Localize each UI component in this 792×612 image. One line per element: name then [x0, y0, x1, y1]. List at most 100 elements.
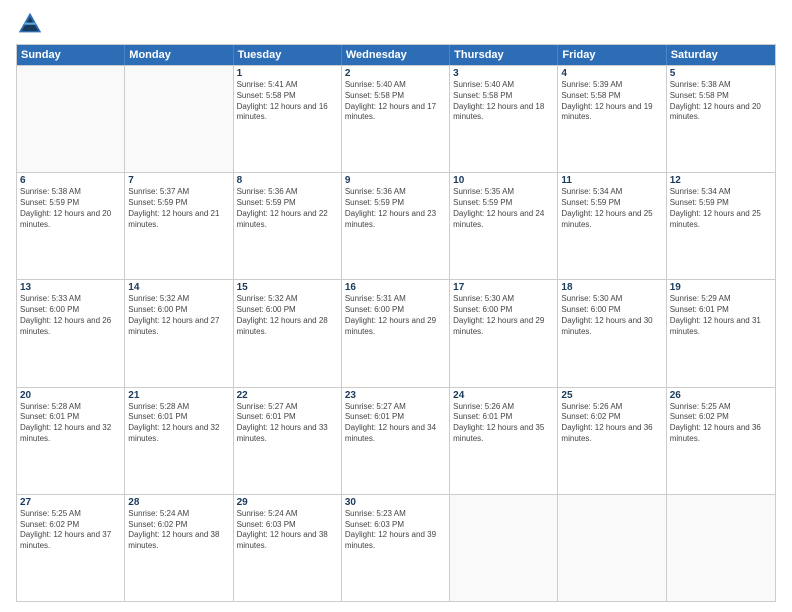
day-detail: Sunrise: 5:32 AM Sunset: 6:00 PM Dayligh… — [237, 294, 338, 337]
day-number: 21 — [128, 390, 229, 401]
day-detail: Sunrise: 5:36 AM Sunset: 5:59 PM Dayligh… — [345, 187, 446, 230]
calendar-body: 1Sunrise: 5:41 AM Sunset: 5:58 PM Daylig… — [17, 65, 775, 601]
cal-cell: 3Sunrise: 5:40 AM Sunset: 5:58 PM Daylig… — [450, 66, 558, 172]
day-detail: Sunrise: 5:41 AM Sunset: 5:58 PM Dayligh… — [237, 80, 338, 123]
day-detail: Sunrise: 5:25 AM Sunset: 6:02 PM Dayligh… — [20, 509, 121, 552]
cal-week-4: 20Sunrise: 5:28 AM Sunset: 6:01 PM Dayli… — [17, 387, 775, 494]
day-number: 1 — [237, 68, 338, 79]
cal-cell: 22Sunrise: 5:27 AM Sunset: 6:01 PM Dayli… — [234, 388, 342, 494]
day-detail: Sunrise: 5:34 AM Sunset: 5:59 PM Dayligh… — [670, 187, 772, 230]
day-detail: Sunrise: 5:33 AM Sunset: 6:00 PM Dayligh… — [20, 294, 121, 337]
cal-cell: 17Sunrise: 5:30 AM Sunset: 6:00 PM Dayli… — [450, 280, 558, 386]
day-detail: Sunrise: 5:38 AM Sunset: 5:59 PM Dayligh… — [20, 187, 121, 230]
day-detail: Sunrise: 5:37 AM Sunset: 5:59 PM Dayligh… — [128, 187, 229, 230]
day-detail: Sunrise: 5:29 AM Sunset: 6:01 PM Dayligh… — [670, 294, 772, 337]
day-detail: Sunrise: 5:30 AM Sunset: 6:00 PM Dayligh… — [561, 294, 662, 337]
cal-week-5: 27Sunrise: 5:25 AM Sunset: 6:02 PM Dayli… — [17, 494, 775, 601]
day-detail: Sunrise: 5:26 AM Sunset: 6:02 PM Dayligh… — [561, 402, 662, 445]
day-detail: Sunrise: 5:32 AM Sunset: 6:00 PM Dayligh… — [128, 294, 229, 337]
cal-cell: 20Sunrise: 5:28 AM Sunset: 6:01 PM Dayli… — [17, 388, 125, 494]
cal-cell: 7Sunrise: 5:37 AM Sunset: 5:59 PM Daylig… — [125, 173, 233, 279]
day-number: 22 — [237, 390, 338, 401]
day-number: 23 — [345, 390, 446, 401]
day-detail: Sunrise: 5:24 AM Sunset: 6:02 PM Dayligh… — [128, 509, 229, 552]
cal-cell: 9Sunrise: 5:36 AM Sunset: 5:59 PM Daylig… — [342, 173, 450, 279]
cal-cell: 19Sunrise: 5:29 AM Sunset: 6:01 PM Dayli… — [667, 280, 775, 386]
logo — [16, 10, 48, 38]
cal-cell: 4Sunrise: 5:39 AM Sunset: 5:58 PM Daylig… — [558, 66, 666, 172]
cal-cell — [450, 495, 558, 601]
day-detail: Sunrise: 5:28 AM Sunset: 6:01 PM Dayligh… — [20, 402, 121, 445]
day-number: 7 — [128, 175, 229, 186]
day-number: 30 — [345, 497, 446, 508]
day-number: 24 — [453, 390, 554, 401]
day-detail: Sunrise: 5:28 AM Sunset: 6:01 PM Dayligh… — [128, 402, 229, 445]
day-number: 16 — [345, 282, 446, 293]
cal-week-1: 1Sunrise: 5:41 AM Sunset: 5:58 PM Daylig… — [17, 65, 775, 172]
day-detail: Sunrise: 5:30 AM Sunset: 6:00 PM Dayligh… — [453, 294, 554, 337]
cal-cell: 8Sunrise: 5:36 AM Sunset: 5:59 PM Daylig… — [234, 173, 342, 279]
day-number: 25 — [561, 390, 662, 401]
day-number: 13 — [20, 282, 121, 293]
day-number: 2 — [345, 68, 446, 79]
cal-header-sunday: Sunday — [17, 45, 125, 65]
cal-cell: 18Sunrise: 5:30 AM Sunset: 6:00 PM Dayli… — [558, 280, 666, 386]
cal-header-tuesday: Tuesday — [234, 45, 342, 65]
day-number: 10 — [453, 175, 554, 186]
cal-cell — [125, 66, 233, 172]
day-number: 11 — [561, 175, 662, 186]
day-detail: Sunrise: 5:38 AM Sunset: 5:58 PM Dayligh… — [670, 80, 772, 123]
day-number: 17 — [453, 282, 554, 293]
day-number: 26 — [670, 390, 772, 401]
cal-cell: 16Sunrise: 5:31 AM Sunset: 6:00 PM Dayli… — [342, 280, 450, 386]
cal-cell: 5Sunrise: 5:38 AM Sunset: 5:58 PM Daylig… — [667, 66, 775, 172]
day-detail: Sunrise: 5:27 AM Sunset: 6:01 PM Dayligh… — [237, 402, 338, 445]
day-detail: Sunrise: 5:39 AM Sunset: 5:58 PM Dayligh… — [561, 80, 662, 123]
day-detail: Sunrise: 5:26 AM Sunset: 6:01 PM Dayligh… — [453, 402, 554, 445]
calendar: SundayMondayTuesdayWednesdayThursdayFrid… — [16, 44, 776, 602]
day-number: 27 — [20, 497, 121, 508]
day-number: 18 — [561, 282, 662, 293]
cal-header-wednesday: Wednesday — [342, 45, 450, 65]
cal-cell: 12Sunrise: 5:34 AM Sunset: 5:59 PM Dayli… — [667, 173, 775, 279]
day-detail: Sunrise: 5:36 AM Sunset: 5:59 PM Dayligh… — [237, 187, 338, 230]
cal-cell: 23Sunrise: 5:27 AM Sunset: 6:01 PM Dayli… — [342, 388, 450, 494]
cal-cell: 30Sunrise: 5:23 AM Sunset: 6:03 PM Dayli… — [342, 495, 450, 601]
cal-cell: 1Sunrise: 5:41 AM Sunset: 5:58 PM Daylig… — [234, 66, 342, 172]
header — [16, 10, 776, 38]
day-detail: Sunrise: 5:35 AM Sunset: 5:59 PM Dayligh… — [453, 187, 554, 230]
day-number: 5 — [670, 68, 772, 79]
cal-cell: 21Sunrise: 5:28 AM Sunset: 6:01 PM Dayli… — [125, 388, 233, 494]
cal-cell: 24Sunrise: 5:26 AM Sunset: 6:01 PM Dayli… — [450, 388, 558, 494]
cal-cell: 29Sunrise: 5:24 AM Sunset: 6:03 PM Dayli… — [234, 495, 342, 601]
cal-cell: 26Sunrise: 5:25 AM Sunset: 6:02 PM Dayli… — [667, 388, 775, 494]
cal-header-thursday: Thursday — [450, 45, 558, 65]
day-detail: Sunrise: 5:31 AM Sunset: 6:00 PM Dayligh… — [345, 294, 446, 337]
cal-cell: 25Sunrise: 5:26 AM Sunset: 6:02 PM Dayli… — [558, 388, 666, 494]
day-number: 6 — [20, 175, 121, 186]
day-detail: Sunrise: 5:40 AM Sunset: 5:58 PM Dayligh… — [453, 80, 554, 123]
day-detail: Sunrise: 5:40 AM Sunset: 5:58 PM Dayligh… — [345, 80, 446, 123]
cal-week-3: 13Sunrise: 5:33 AM Sunset: 6:00 PM Dayli… — [17, 279, 775, 386]
day-number: 19 — [670, 282, 772, 293]
day-detail: Sunrise: 5:24 AM Sunset: 6:03 PM Dayligh… — [237, 509, 338, 552]
cal-cell: 10Sunrise: 5:35 AM Sunset: 5:59 PM Dayli… — [450, 173, 558, 279]
day-number: 4 — [561, 68, 662, 79]
day-detail: Sunrise: 5:27 AM Sunset: 6:01 PM Dayligh… — [345, 402, 446, 445]
day-number: 14 — [128, 282, 229, 293]
day-number: 8 — [237, 175, 338, 186]
cal-cell: 14Sunrise: 5:32 AM Sunset: 6:00 PM Dayli… — [125, 280, 233, 386]
day-number: 9 — [345, 175, 446, 186]
cal-header-friday: Friday — [558, 45, 666, 65]
cal-header-saturday: Saturday — [667, 45, 775, 65]
cal-cell: 28Sunrise: 5:24 AM Sunset: 6:02 PM Dayli… — [125, 495, 233, 601]
cal-cell — [17, 66, 125, 172]
logo-icon — [16, 10, 44, 38]
cal-cell: 11Sunrise: 5:34 AM Sunset: 5:59 PM Dayli… — [558, 173, 666, 279]
cal-cell: 27Sunrise: 5:25 AM Sunset: 6:02 PM Dayli… — [17, 495, 125, 601]
day-number: 29 — [237, 497, 338, 508]
cal-cell: 2Sunrise: 5:40 AM Sunset: 5:58 PM Daylig… — [342, 66, 450, 172]
cal-cell — [667, 495, 775, 601]
day-detail: Sunrise: 5:34 AM Sunset: 5:59 PM Dayligh… — [561, 187, 662, 230]
cal-header-monday: Monday — [125, 45, 233, 65]
